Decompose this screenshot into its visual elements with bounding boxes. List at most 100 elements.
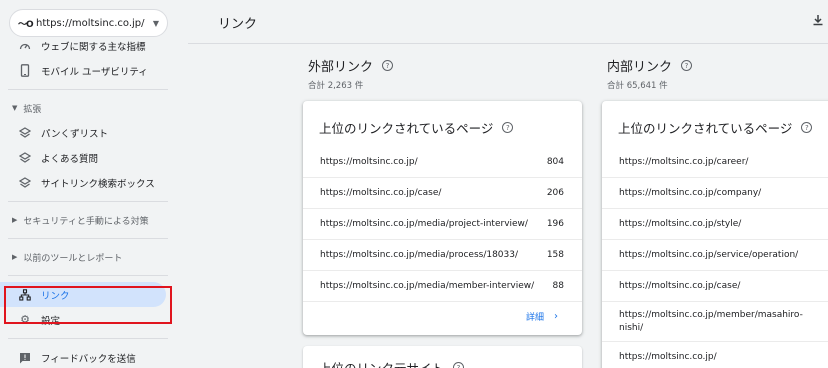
property-logo-icon: 〜O xyxy=(18,19,34,30)
table-row[interactable]: https://moltsinc.co.jp/media/project-int… xyxy=(303,209,582,240)
help-icon[interactable]: ? xyxy=(502,122,514,133)
table-row[interactable]: https://moltsinc.co.jp/service/operation… xyxy=(602,240,828,271)
row-count: 88 xyxy=(552,281,564,291)
internal-total: 合計 65,641 件 xyxy=(607,81,668,91)
divider xyxy=(8,89,168,90)
row-count: 804 xyxy=(546,157,564,167)
sidebar-item-feedback[interactable]: フィードバックを送信 xyxy=(0,345,188,368)
row-url: https://moltsinc.co.jp/ xyxy=(320,157,418,167)
row-count: 206 xyxy=(546,188,564,198)
layers-icon xyxy=(18,126,32,140)
table-row[interactable]: https://moltsinc.co.jp/company/ xyxy=(602,178,828,209)
help-icon[interactable]: ? xyxy=(801,122,813,133)
row-url: https://moltsinc.co.jp/media/project-int… xyxy=(320,219,528,229)
sidebar-item-label: フィードバックを送信 xyxy=(41,353,136,365)
card-title: 上位のリンク元サイト ? xyxy=(319,358,465,368)
row-url: https://moltsinc.co.jp/company/ xyxy=(619,188,762,198)
table-row[interactable]: https://moltsinc.co.jp/ 804 xyxy=(303,147,582,178)
sidebar-item-settings[interactable]: ⚙ 設定 xyxy=(0,307,188,332)
gauge-icon xyxy=(18,40,32,53)
sidebar-item-label: 設定 xyxy=(41,315,61,327)
sidebar-item-breadcrumbs[interactable]: パンくずリスト xyxy=(0,120,188,145)
row-count: 196 xyxy=(546,219,564,229)
smartphone-icon xyxy=(18,64,32,78)
table-row[interactable]: https://moltsinc.co.jp/media/member-inte… xyxy=(303,271,582,302)
nav-scroll[interactable]: ウェブに関する主な指標 モバイル ユーザビリティ ▼ 拡張 パンくずリスト よく… xyxy=(0,40,188,368)
divider xyxy=(8,275,168,276)
divider xyxy=(8,201,168,202)
nav-list: ウェブに関する主な指標 モバイル ユーザビリティ ▼ 拡張 パンくずリスト よく… xyxy=(0,40,188,368)
caret-right-icon: ▶ xyxy=(12,253,18,261)
row-count: 158 xyxy=(546,250,564,260)
caret-right-icon: ▶ xyxy=(12,216,18,224)
section-security[interactable]: ▶ セキュリティと手動による対策 xyxy=(0,208,188,232)
top-linked-pages-internal-card: 上位のリンクされているページ ? https://moltsinc.co.jp/… xyxy=(602,101,828,368)
search-console-app: 〜O https://moltsinc.co.jp/ ▼ ウェブに関する主な指標… xyxy=(0,0,828,368)
sidebar-item-sitelinks-searchbox[interactable]: サイトリンク検索ボックス xyxy=(0,170,188,195)
sidebar-item-label: パンくずリスト xyxy=(41,128,108,140)
caret-down-icon: ▼ xyxy=(12,104,18,112)
sidebar-item-label: よくある質問 xyxy=(41,153,99,165)
help-icon[interactable]: ? xyxy=(453,362,465,368)
more-label: 詳細 xyxy=(525,313,544,323)
sidebar-item-mobile-usability[interactable]: モバイル ユーザビリティ xyxy=(0,58,188,83)
feedback-icon xyxy=(18,351,32,365)
section-title: 内部リンク ? xyxy=(607,56,693,75)
top-linked-pages-external-card: 上位のリンクされているページ ? https://moltsinc.co.jp/… xyxy=(303,101,582,335)
table-row[interactable]: https://moltsinc.co.jp/media/process/180… xyxy=(303,240,582,271)
link-table: https://moltsinc.co.jp/ 804 https://molt… xyxy=(303,147,582,302)
table-row[interactable]: https://moltsinc.co.jp/style/ xyxy=(602,209,828,240)
card-title: 上位のリンクされているページ ? xyxy=(618,118,813,137)
row-url: https://moltsinc.co.jp/service/operation… xyxy=(619,250,799,260)
table-row[interactable]: https://moltsinc.co.jp/case/ 206 xyxy=(303,178,582,209)
link-table: https://moltsinc.co.jp/career/ https://m… xyxy=(602,147,828,368)
chevron-down-icon: ▼ xyxy=(152,18,159,28)
section-enhancements[interactable]: ▼ 拡張 xyxy=(0,96,188,120)
row-url: https://moltsinc.co.jp/member/masahiro-n… xyxy=(619,309,803,333)
card-title-text: 上位のリンクされているページ xyxy=(319,121,494,136)
sidebar-item-label: リンク xyxy=(41,290,70,302)
table-row[interactable]: https://moltsinc.co.jp/case/ xyxy=(602,271,828,302)
divider xyxy=(8,338,168,339)
help-icon[interactable]: ? xyxy=(382,60,394,71)
section-label: 以前のツールとレポート xyxy=(23,253,123,264)
row-url: https://moltsinc.co.jp/ xyxy=(619,352,717,362)
sidebar-item-label: ウェブに関する主な指標 xyxy=(41,41,146,53)
divider xyxy=(8,238,168,239)
row-url: https://moltsinc.co.jp/case/ xyxy=(320,188,442,198)
property-url: https://moltsinc.co.jp/ xyxy=(36,17,145,29)
card-title-text: 上位のリンク元サイト xyxy=(319,358,444,368)
layers-icon xyxy=(18,176,32,190)
row-url: https://moltsinc.co.jp/media/process/180… xyxy=(320,250,519,260)
external-links-section: 外部リンク ? 合計 2,263 件 xyxy=(308,56,394,91)
top-bar: リンク xyxy=(188,0,828,44)
gear-icon: ⚙ xyxy=(20,313,30,326)
section-title: 外部リンク ? xyxy=(308,56,394,75)
property-selector[interactable]: 〜O https://moltsinc.co.jp/ ▼ xyxy=(9,9,168,37)
internal-links-title: 内部リンク xyxy=(607,60,673,75)
external-total: 合計 2,263 件 xyxy=(308,81,364,91)
top-linking-sites-card: 上位のリンク元サイト ? xyxy=(303,346,582,368)
chevron-right-icon: › xyxy=(554,311,558,322)
layers-icon xyxy=(18,151,32,165)
internal-links-section: 内部リンク ? 合計 65,641 件 xyxy=(607,56,693,91)
table-row[interactable]: https://moltsinc.co.jp/career/ xyxy=(602,147,828,178)
sidebar-item-links[interactable]: リンク xyxy=(0,282,166,307)
table-row[interactable]: https://moltsinc.co.jp/ xyxy=(602,342,828,368)
sitemap-icon xyxy=(18,288,32,302)
sidebar-item-faq[interactable]: よくある質問 xyxy=(0,145,188,170)
row-url: https://moltsinc.co.jp/case/ xyxy=(619,281,741,291)
section-label: セキュリティと手動による対策 xyxy=(23,216,149,227)
help-icon[interactable]: ? xyxy=(681,60,693,71)
more-details-link[interactable]: 詳細 › xyxy=(526,310,558,323)
card-title: 上位のリンクされているページ ? xyxy=(319,118,514,137)
sidebar-item-core-web-vitals[interactable]: ウェブに関する主な指標 xyxy=(0,40,188,58)
download-icon[interactable] xyxy=(812,14,824,29)
card-title-text: 上位のリンクされているページ xyxy=(618,121,793,136)
external-links-title: 外部リンク xyxy=(308,60,374,75)
page-title: リンク xyxy=(218,17,258,32)
table-row[interactable]: https://moltsinc.co.jp/member/masahiro-n… xyxy=(602,302,828,342)
row-url: https://moltsinc.co.jp/career/ xyxy=(619,157,749,167)
section-legacy-tools[interactable]: ▶ 以前のツールとレポート xyxy=(0,245,188,269)
section-label: 拡張 xyxy=(23,104,42,115)
